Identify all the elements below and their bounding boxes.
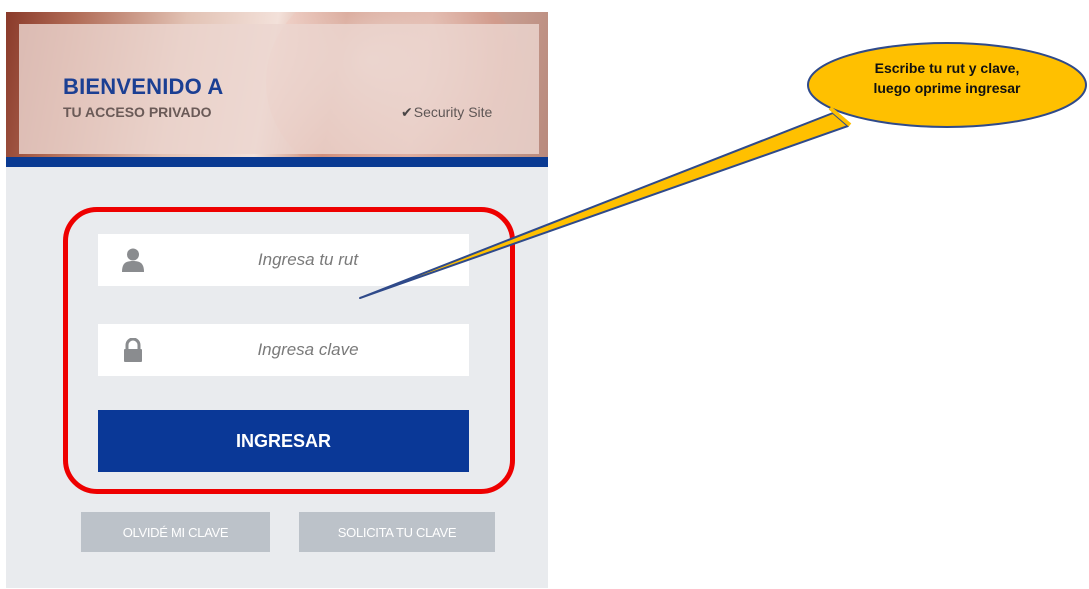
welcome-title: BIENVENIDO A	[63, 74, 224, 99]
callout-joint	[828, 106, 852, 127]
security-site-badge: ✔Security Site	[401, 104, 492, 121]
security-site-label: Security Site	[413, 104, 493, 120]
welcome-subtitle: TU ACCESO PRIVADO	[63, 104, 212, 120]
callout-line-2: luego oprime ingresar	[873, 80, 1021, 96]
checkmark-icon: ✔	[401, 104, 413, 120]
rut-field[interactable]	[98, 234, 469, 286]
ingresar-button[interactable]: INGRESAR	[98, 410, 469, 472]
callout-line-1: Escribe tu rut y clave,	[874, 60, 1020, 76]
password-field[interactable]	[98, 324, 469, 376]
user-icon	[122, 248, 144, 272]
lock-icon	[124, 338, 142, 362]
header-accent-bar	[6, 157, 548, 167]
login-panel: BIENVENIDO A TU ACCESO PRIVADO ✔Security…	[6, 12, 548, 588]
forgot-password-button[interactable]: OLVIDÉ MI CLAVE	[81, 512, 270, 552]
header-banner: BIENVENIDO A TU ACCESO PRIVADO ✔Security…	[6, 12, 548, 167]
request-password-button[interactable]: SOLICITA TU CLAVE	[299, 512, 495, 552]
callout-text: Escribe tu rut y clave, luego oprime ing…	[822, 58, 1072, 98]
password-input[interactable]	[158, 324, 458, 376]
rut-input[interactable]	[158, 234, 458, 286]
